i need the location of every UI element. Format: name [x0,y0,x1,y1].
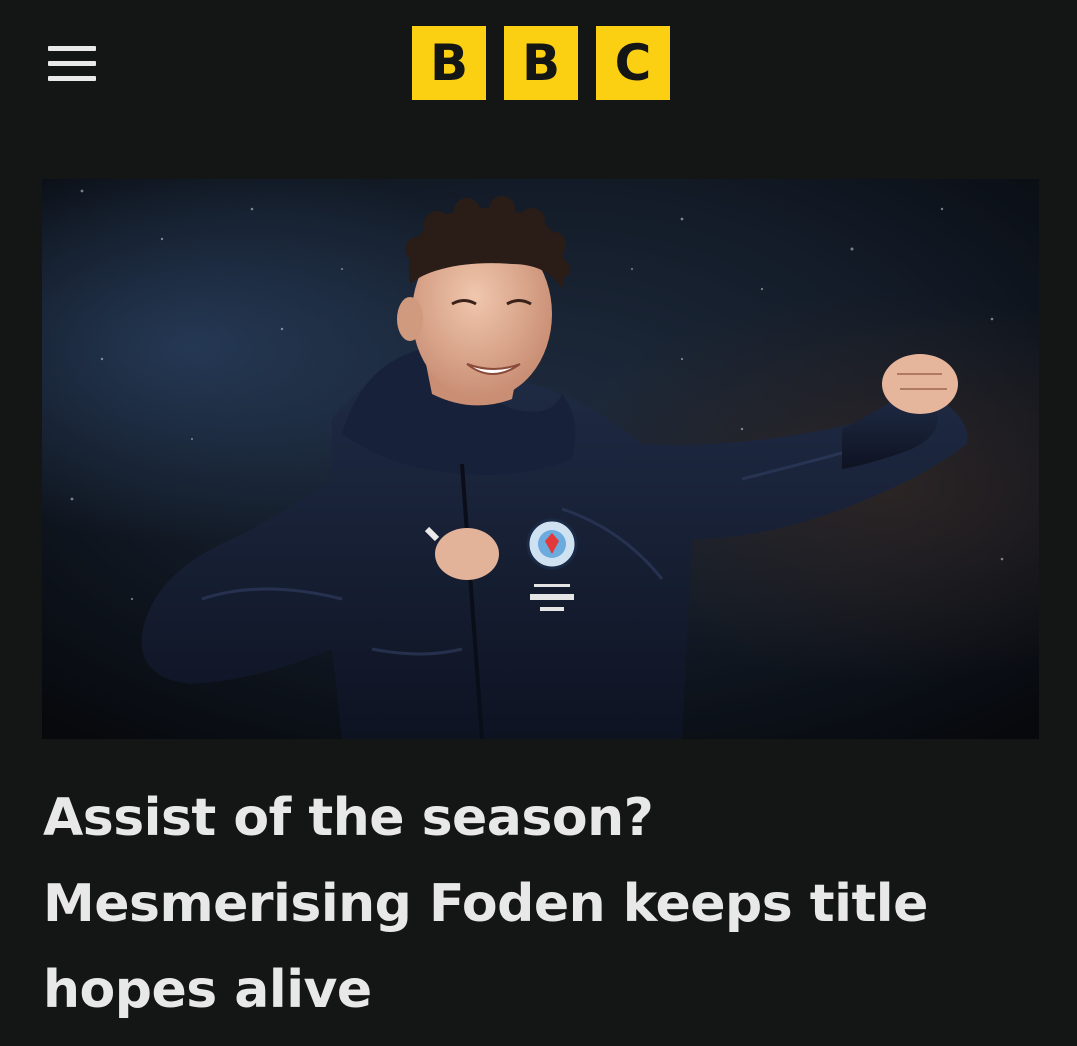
menu-bar [48,76,96,81]
logo-block-1: B [412,26,486,100]
hamburger-menu-icon[interactable] [40,40,100,88]
article-headline[interactable]: Assist of the season? Mesmerising Foden … [43,775,1033,1033]
logo-letter: C [614,34,652,92]
site-header: B B C [0,0,1077,150]
article-hero-image[interactable] [42,179,1039,739]
hero-image-illustration [42,179,1039,739]
logo-letter: B [521,34,561,92]
logo-letter: B [429,34,469,92]
menu-bar [48,46,96,51]
bbc-logo[interactable]: B B C [412,26,670,100]
menu-bar [48,61,96,66]
logo-block-3: C [596,26,670,100]
logo-block-2: B [504,26,578,100]
